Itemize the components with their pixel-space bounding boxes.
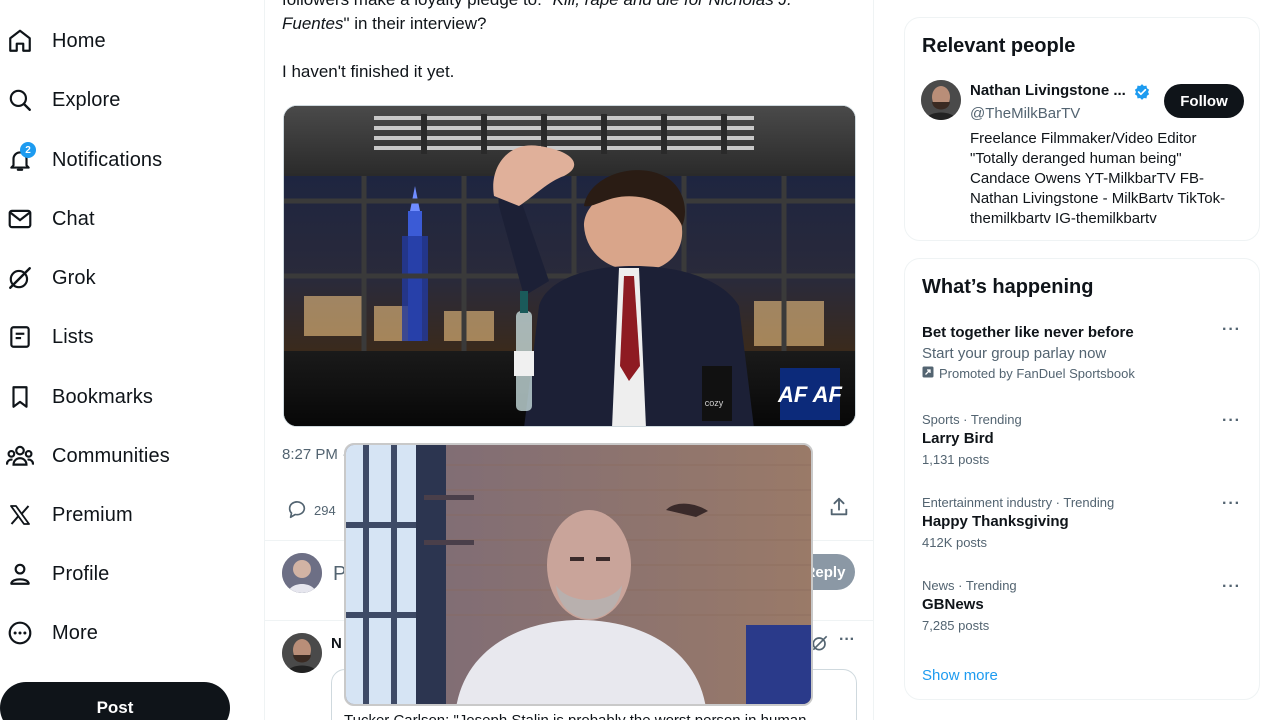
whats-happening-card: What’s happening Bet together like never… [904, 258, 1260, 700]
tweet-video[interactable]: cozy AF AF [283, 105, 856, 427]
grok-icon [2, 260, 38, 296]
relevant-people-card: Relevant people Nathan Livingstone ... @… [904, 17, 1260, 241]
tweet-text: followers make a loyalty pledge to: "Kil… [282, 0, 842, 84]
grok-icon[interactable] [810, 633, 830, 658]
more-circle-icon [2, 615, 38, 651]
promo-label: Promoted by FanDuel Sportsbook [922, 366, 1242, 381]
person-icon [2, 556, 38, 592]
trend-count: 7,285 posts [922, 618, 990, 633]
nav-label-more: More [52, 621, 98, 644]
nav-item-chat[interactable]: Chat [0, 197, 95, 241]
trend-name: Larry Bird [922, 430, 994, 447]
bio-line: Candace Owens YT-MilkbarTV FB- [970, 170, 1204, 187]
notification-badge: 2 [20, 142, 36, 158]
reply-bubble-icon [286, 498, 308, 523]
trend-name: GBNews [922, 596, 984, 613]
list-icon [2, 319, 38, 355]
nav-item-home[interactable]: Home [0, 19, 106, 63]
promo-title: Bet together like never before [922, 324, 1134, 341]
tweet-text-line2: " in their interview? [343, 14, 487, 33]
reply-author-name[interactable]: N [331, 635, 342, 652]
trend-name: Happy Thanksgiving [922, 513, 1069, 530]
nav-item-profile[interactable]: Profile [0, 552, 109, 596]
post-button[interactable]: Post [0, 682, 230, 720]
bio-line: "Totally deranged human being" [970, 150, 1182, 167]
nav-item-premium[interactable]: Premium [0, 493, 133, 537]
reply-action[interactable]: 294 [286, 498, 336, 523]
search-icon [2, 82, 38, 118]
nav-item-communities[interactable]: Communities [0, 434, 170, 478]
person-bio: Freelance Filmmaker/Video Editor "Totall… [970, 129, 1250, 225]
trend-item[interactable]: Sports · Trending Larry Bird 1,131 posts [922, 412, 1242, 467]
nav-label-bookmarks: Bookmarks [52, 385, 153, 408]
nav-item-grok[interactable]: Grok [0, 256, 96, 300]
person-name[interactable]: Nathan Livingstone ... [970, 82, 1126, 99]
nav-item-lists[interactable]: Lists [0, 315, 94, 359]
media-watermark: AF AF [777, 382, 843, 407]
more-options-icon[interactable]: ··· [1222, 495, 1241, 513]
envelope-icon [2, 201, 38, 237]
nav-label-profile: Profile [52, 562, 110, 585]
tweet-timestamp[interactable]: 8:27 PM · [282, 446, 347, 463]
trend-count: 1,131 posts [922, 452, 990, 467]
trend-item[interactable]: News · Trending GBNews 7,285 posts [922, 578, 1242, 633]
trend-meta: News · Trending [922, 578, 1017, 593]
tweet-text-line1: followers make a loyalty pledge to: " [282, 0, 553, 9]
trend-meta: Entertainment industry · Trending [922, 495, 1115, 510]
show-more-link[interactable]: Show more [922, 667, 998, 684]
nav-label-notifications: Notifications [52, 148, 163, 171]
more-options-icon[interactable]: ··· [839, 631, 855, 649]
nav-label-chat: Chat [52, 207, 95, 230]
nav-label-home: Home [52, 29, 106, 52]
nav-label-grok: Grok [52, 266, 96, 289]
follow-button[interactable]: Follow [1164, 84, 1244, 118]
tweet-text-line3: I haven't finished it yet. [282, 62, 455, 81]
quoted-tweet-text: Tucker Carlson: "Joseph Stalin is probab… [344, 712, 807, 720]
bookmark-icon [2, 379, 38, 415]
more-options-icon[interactable]: ··· [1222, 321, 1241, 339]
media-logo: cozy [705, 398, 724, 408]
share-icon [828, 496, 850, 521]
home-icon [2, 23, 38, 59]
left-nav: Home Explore 2 Notifications Chat Grok L… [0, 0, 264, 720]
promoted-trend[interactable]: Bet together like never before Start you… [922, 324, 1242, 381]
bio-line: themilkbartv IG-themilkbartv [970, 210, 1157, 225]
webcam-feed [346, 445, 811, 704]
tweet-text-quote: Kill, rape and die for Nicholas J. [553, 0, 792, 9]
reply-author-avatar[interactable] [282, 633, 322, 673]
promoted-icon [922, 366, 934, 381]
video-frame: cozy AF AF [284, 106, 855, 426]
promo-sponsor: Promoted by FanDuel Sportsbook [939, 366, 1135, 381]
trend-meta: Sports · Trending [922, 412, 1022, 427]
relevant-people-title: Relevant people [922, 35, 1076, 57]
person-handle[interactable]: @TheMilkBarTV [970, 105, 1080, 122]
nav-label-explore: Explore [52, 88, 121, 111]
nav-item-more[interactable]: More [0, 611, 98, 655]
x-logo-icon [2, 497, 38, 533]
share-action[interactable] [828, 496, 850, 521]
whats-happening-title: What’s happening [922, 276, 1094, 298]
communities-icon [2, 438, 38, 474]
trend-count: 412K posts [922, 535, 988, 550]
tweet-text-quote-end: Fuentes [282, 14, 344, 33]
nav-label-premium: Premium [52, 503, 133, 526]
nav-label-communities: Communities [52, 444, 170, 467]
bell-icon: 2 [2, 142, 38, 178]
nav-item-explore[interactable]: Explore [0, 78, 121, 122]
nav-item-notifications[interactable]: 2 Notifications [0, 138, 162, 182]
reply-count: 294 [314, 503, 336, 518]
person-avatar[interactable] [921, 80, 961, 120]
webcam-overlay [344, 443, 813, 706]
trend-item[interactable]: Entertainment industry · Trending Happy … [922, 495, 1242, 550]
bio-line: Freelance Filmmaker/Video Editor [970, 130, 1197, 147]
bio-line: Nathan Livingstone - MilkBartv TikTok- [970, 190, 1226, 207]
my-avatar[interactable] [282, 553, 322, 593]
more-options-icon[interactable]: ··· [1222, 578, 1241, 596]
more-options-icon[interactable]: ··· [1222, 412, 1241, 430]
nav-item-bookmarks[interactable]: Bookmarks [0, 375, 153, 419]
nav-label-lists: Lists [52, 325, 94, 348]
promo-subtitle: Start your group parlay now [922, 345, 1107, 362]
verified-badge-icon [1133, 83, 1151, 106]
